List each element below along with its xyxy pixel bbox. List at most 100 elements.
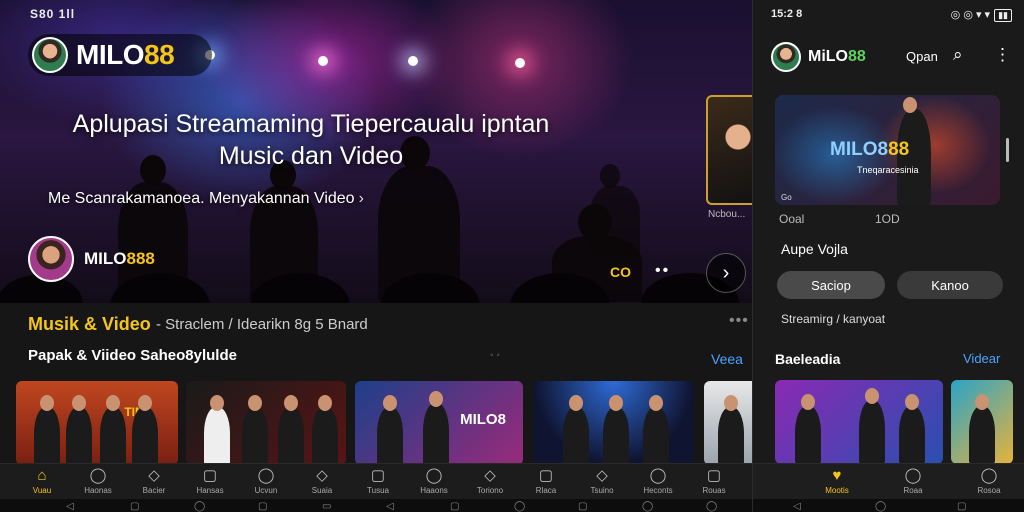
logo-avatar[interactable] <box>771 42 801 72</box>
view-all-link[interactable]: Veea <box>711 351 743 367</box>
nav-item[interactable]: ▢ Tusua <box>354 467 402 496</box>
nav-label: Rlaca <box>535 486 557 495</box>
action-button-primary[interactable]: Saciop <box>777 271 885 299</box>
nav-icon: ◇ <box>484 467 496 484</box>
hero-banner[interactable]: S80 1ll MILO88 Aplupasi Streamaming Tiep… <box>0 0 752 303</box>
banner-badge: Go <box>781 193 792 202</box>
nav-label: Suaia <box>311 486 333 495</box>
nav-label: Mootis <box>825 486 849 495</box>
nav-item[interactable]: ♥ Mootis <box>813 467 861 496</box>
nav-icon: ◯ <box>980 467 998 484</box>
hero-subtitle[interactable]: Me Scanrakamanoea. Menyakannan Video › <box>48 190 364 208</box>
card-person <box>377 395 403 465</box>
system-nav-button[interactable]: ▭ <box>322 501 331 512</box>
nav-label: Haaons <box>420 486 448 495</box>
video-card[interactable] <box>533 381 694 465</box>
carousel-dots[interactable]: •• <box>655 262 670 280</box>
hero-channel[interactable]: MILO888 <box>28 236 155 282</box>
card-person <box>100 395 126 465</box>
channel-name: MILO888 <box>84 249 155 268</box>
system-nav-bar: ◁ ◯ ▢ <box>753 499 1024 512</box>
nav-item[interactable]: ▢ Rlaca <box>522 467 570 496</box>
nav-item[interactable]: ◇ Suaia <box>298 468 346 496</box>
nav-label: Vuau <box>32 486 52 495</box>
more-options-icon[interactable]: ••• <box>729 312 749 330</box>
nav-icon: ⌂ <box>37 467 47 484</box>
system-nav-button[interactable]: ▢ <box>450 501 459 512</box>
nav-label: Rouas <box>702 486 726 495</box>
card-person <box>278 395 304 465</box>
page-indicator: ◦ ◦ <box>490 350 500 361</box>
open-button[interactable]: Qpan <box>906 49 938 64</box>
nav-label: Haonas <box>84 486 112 495</box>
system-nav-button[interactable]: ◁ <box>66 501 74 512</box>
nav-icon: ◇ <box>596 467 608 484</box>
chevron-right-icon: › <box>358 190 364 207</box>
system-nav-button[interactable]: ▢ <box>957 501 966 512</box>
video-card[interactable] <box>951 380 1013 464</box>
meta-value: 1OD <box>875 212 900 226</box>
system-nav-button[interactable]: ◯ <box>875 501 886 512</box>
nav-item[interactable]: ⌂ Vuau <box>18 467 66 496</box>
video-card[interactable] <box>186 381 346 465</box>
channel-avatar <box>28 236 74 282</box>
video-card[interactable] <box>775 380 943 464</box>
nav-item[interactable]: ▢ Rouas <box>690 467 738 496</box>
nav-item[interactable]: ◇ Toriono <box>466 467 514 496</box>
search-icon[interactable]: ⌕ <box>953 45 963 65</box>
card-person <box>242 395 268 465</box>
nav-item[interactable]: ◇ Bacier <box>130 468 178 496</box>
card-person <box>563 395 589 465</box>
nav-item[interactable]: ◯ Haaons <box>410 468 458 496</box>
video-card[interactable]: MILO8 <box>355 381 523 465</box>
nav-icon: ♥ <box>832 467 842 484</box>
nav-label: Hansas <box>196 486 224 495</box>
card-person <box>643 395 669 465</box>
hero-title: Aplupasi Streamaming Tiepercaualu ipntan… <box>72 110 550 170</box>
nav-icon: ▢ <box>370 467 386 484</box>
app-header: MiLO88 Qpan ⌕ ⋮ <box>771 40 1011 74</box>
nav-item[interactable]: ◯ Rosoa <box>965 467 1013 496</box>
system-nav-button[interactable]: ◯ <box>194 501 205 512</box>
system-nav-button[interactable]: ▢ <box>578 501 587 512</box>
nav-item[interactable]: ◯ Haonas <box>74 468 122 496</box>
main-screen: S80 1ll MILO88 Aplupasi Streamaming Tiep… <box>0 0 752 512</box>
side-preview-thumbnail[interactable] <box>706 95 752 205</box>
status-icons: ◎ ◎ ▾ ▾ ▮▮ <box>951 8 1012 22</box>
system-nav-button[interactable]: ◁ <box>386 501 394 512</box>
system-nav-button[interactable]: ◯ <box>706 501 717 512</box>
nav-item[interactable]: ▢ Hansas <box>186 468 234 496</box>
card-person <box>423 391 449 465</box>
logo-avatar <box>32 37 68 73</box>
nav-item[interactable]: ◯ Ucvun <box>242 468 290 496</box>
scrollbar[interactable] <box>1006 138 1009 162</box>
performer-head <box>600 164 620 188</box>
next-arrow-icon[interactable]: › <box>706 253 746 293</box>
system-nav-button[interactable]: ◯ <box>514 501 525 512</box>
nav-item[interactable]: ◇ Tsuino <box>578 467 626 496</box>
nav-item[interactable]: ◯ Heconts <box>634 468 682 496</box>
nav-icon: ▢ <box>706 467 722 484</box>
nav-item[interactable]: ◯ Roaa <box>889 468 937 496</box>
card-person <box>132 395 158 465</box>
featured-banner[interactable]: MILO888 Tneqaracesinia Go <box>775 95 1000 205</box>
nav-label: Tusua <box>367 486 389 495</box>
action-button-secondary[interactable]: Kanoo <box>897 271 1003 299</box>
view-all-link[interactable]: Videar <box>963 351 1000 366</box>
system-nav-button[interactable]: ◯ <box>642 501 653 512</box>
card-title: MILO8 <box>460 411 506 428</box>
app-logo[interactable]: MILO88 <box>28 34 212 76</box>
system-nav-button[interactable]: ◁ <box>793 501 801 512</box>
system-nav-button[interactable]: ▢ <box>130 501 139 512</box>
nav-icon: ▢ <box>538 467 554 484</box>
kebab-menu-icon[interactable]: ⋮ <box>994 45 1011 65</box>
video-card[interactable]: TIMe <box>16 381 178 465</box>
banner-title: MILO888 <box>830 139 910 160</box>
video-card-partial[interactable] <box>704 381 752 465</box>
stage-light <box>515 58 525 68</box>
card-person <box>312 395 338 465</box>
card-person <box>603 395 629 465</box>
system-nav-button[interactable]: ▢ <box>258 501 267 512</box>
card-person <box>718 395 744 465</box>
section-title: Baeleadia <box>775 351 841 367</box>
